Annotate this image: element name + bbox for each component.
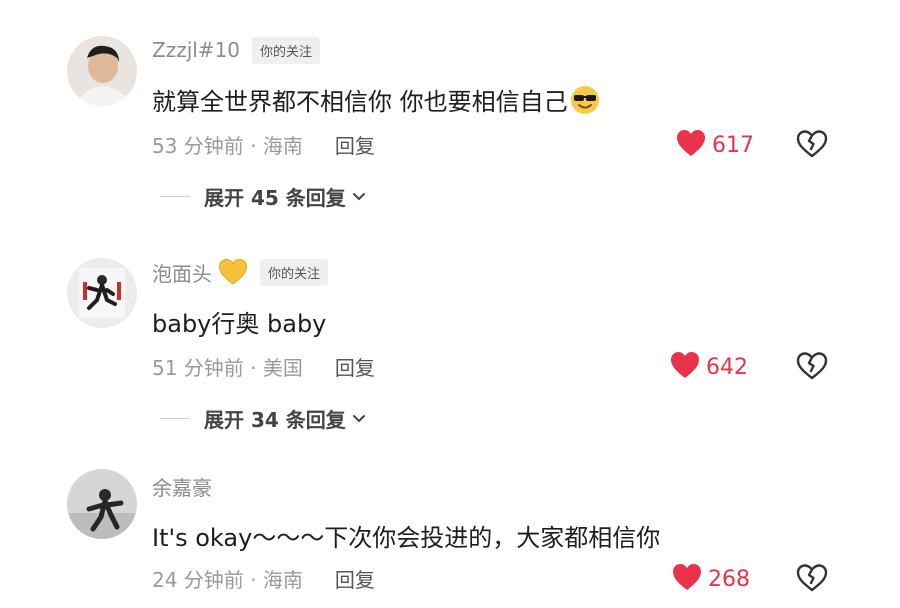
reply-button[interactable]: 回复 [335,564,375,593]
comment-text-wrap: 就算全世界都不相信你 你也要相信自己 [152,82,600,121]
avatar[interactable] [67,36,137,106]
expand-replies-button[interactable]: 展开 34 条回复 [160,403,366,433]
reply-button[interactable]: 回复 [335,352,375,381]
dislike-broken-heart-icon[interactable] [796,130,828,162]
like-count: 268 [708,566,750,592]
chevron-down-icon [352,187,366,206]
yellow-heart-icon [218,258,248,286]
dislike-broken-heart-icon[interactable] [796,564,828,596]
divider-line [160,195,190,197]
like-button[interactable]: 642 [670,351,748,383]
comment-header: 泡面头 你的关注 [152,258,329,287]
heart-icon [672,563,702,595]
expand-replies-label: 展开 45 条回复 [204,185,346,210]
expand-replies-button[interactable]: 展开 45 条回复 [160,181,366,211]
comment-text: baby行奥 baby [152,310,327,338]
divider-line [160,417,190,419]
heart-icon [670,351,700,383]
comment-text: It's okay～～～下次你会投进的，大家都相信你 [152,524,661,552]
like-count: 642 [706,354,748,380]
heart-icon [676,129,706,161]
dislike-broken-heart-icon[interactable] [796,352,828,384]
username[interactable]: 泡面头 [152,258,212,287]
timestamp-location: 53 分钟前 · 海南 [152,133,303,158]
reply-button[interactable]: 回复 [335,130,375,159]
username[interactable]: Zzzjl#10 [152,38,240,62]
like-button[interactable]: 617 [676,129,754,161]
sunglasses-emoji-icon [570,85,600,121]
avatar[interactable] [67,469,137,539]
timestamp-location: 51 分钟前 · 美国 [152,355,303,380]
chevron-down-icon [352,409,366,428]
follow-badge: 你的关注 [260,258,329,286]
like-count: 617 [712,132,754,158]
comment-text: 就算全世界都不相信你 你也要相信自己 [152,88,568,116]
comment-header: Zzzjl#10 你的关注 [152,36,321,64]
username[interactable]: 余嘉豪 [152,472,212,501]
timestamp-location: 24 分钟前 · 海南 [152,567,303,592]
avatar[interactable] [67,258,137,328]
like-button[interactable]: 268 [672,563,750,595]
follow-badge: 你的关注 [252,36,321,64]
expand-replies-label: 展开 34 条回复 [204,407,346,432]
comment-header: 余嘉豪 [152,472,212,500]
